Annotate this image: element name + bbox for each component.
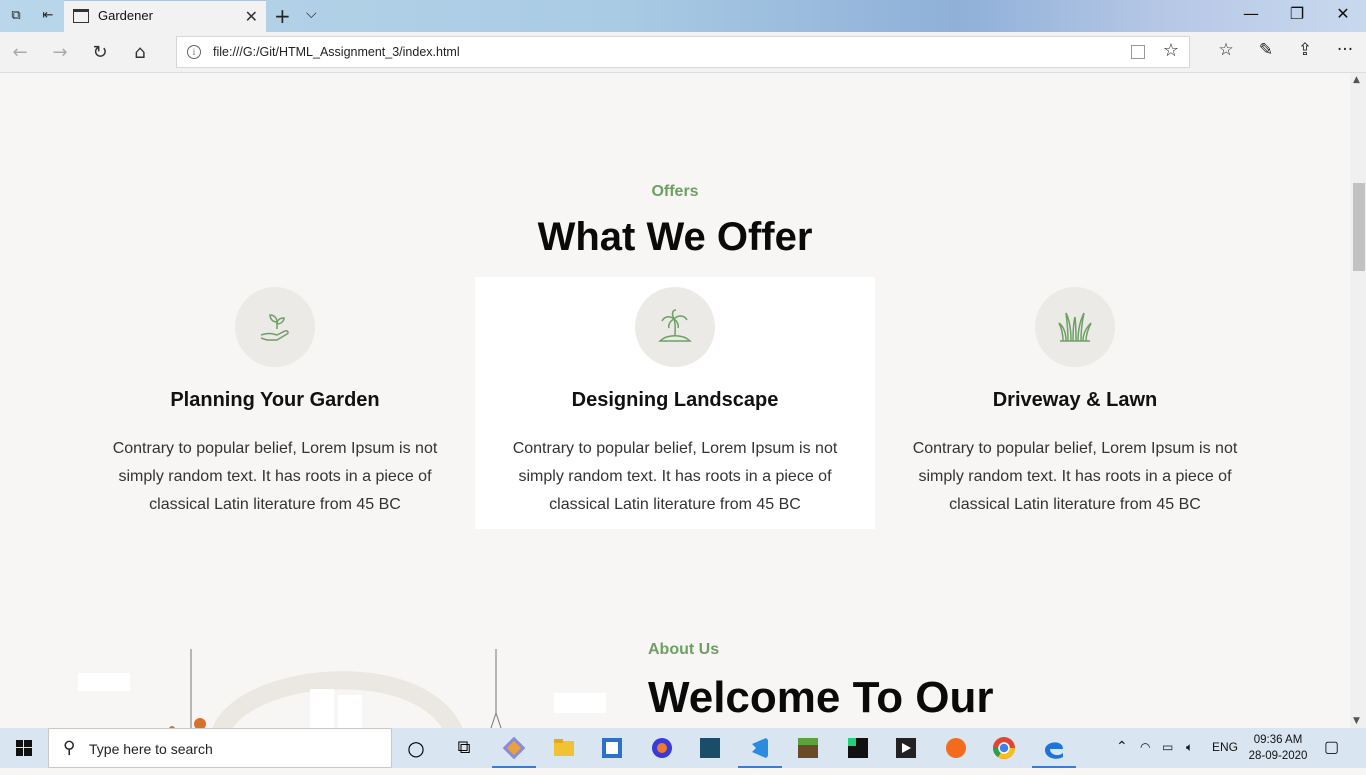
windows-logo-icon xyxy=(16,740,32,756)
reading-view-icon[interactable] xyxy=(1131,45,1145,59)
start-button[interactable] xyxy=(0,728,48,768)
chrome-icon[interactable] xyxy=(988,732,1020,764)
git-app-icon[interactable] xyxy=(492,732,536,768)
palm-island-icon xyxy=(658,309,692,342)
icon-circle xyxy=(1035,287,1115,367)
offer-title: Planning Your Garden xyxy=(170,389,380,411)
icon-circle xyxy=(235,287,315,367)
more-options-icon[interactable]: ··· xyxy=(1333,40,1357,60)
web-note-icon[interactable]: ✎ xyxy=(1254,40,1278,60)
search-icon: ⚲ xyxy=(63,738,76,758)
offer-description: Contrary to popular belief, Lorem Ipsum … xyxy=(912,440,1238,513)
set-aside-tabs-icon[interactable]: ⇤ xyxy=(40,8,56,24)
browser-tab[interactable]: Gardener ✕ xyxy=(64,0,266,32)
show-hidden-icons-chevron-icon[interactable]: ⌃ xyxy=(1116,738,1128,755)
audio-app-icon[interactable] xyxy=(646,732,678,764)
grass-icon xyxy=(1058,312,1092,342)
tab-list-chevron-icon[interactable]: ⌵ xyxy=(306,6,317,22)
about-heading: Welcome To Our xyxy=(648,673,994,722)
offer-card[interactable]: Designing Landscape Contrary to popular … xyxy=(475,277,875,529)
page-icon xyxy=(73,9,89,23)
offer-description: Contrary to popular belief, Lorem Ipsum … xyxy=(512,440,838,513)
offer-title: Driveway & Lawn xyxy=(992,389,1158,411)
offers-heading: What We Offer xyxy=(537,215,813,259)
hand-sprout-icon xyxy=(260,314,289,341)
favorites-icon[interactable]: ☆ xyxy=(1214,40,1238,60)
offer-card[interactable]: Driveway & Lawn Contrary to popular beli… xyxy=(875,277,1275,529)
page-scrollbar[interactable]: ▲ ▼ xyxy=(1350,73,1366,728)
dark-app-icon[interactable] xyxy=(694,732,726,764)
task-view-icon[interactable]: ⧉ xyxy=(448,732,480,764)
battery-icon[interactable]: ▭ xyxy=(1162,740,1173,754)
address-bar[interactable]: i file:///G:/Git/HTML_Assignment_3/index… xyxy=(176,36,1190,68)
tab-title: Gardener xyxy=(98,8,153,23)
clock-date: 28-09-2020 xyxy=(1248,750,1308,762)
icon-circle xyxy=(635,287,715,367)
offer-title: Designing Landscape xyxy=(571,389,779,411)
web-page: Offers What We Offer Planning Your Garde… xyxy=(0,73,1350,728)
refresh-button[interactable]: ↻ xyxy=(88,41,112,65)
editor-app-icon[interactable] xyxy=(596,732,628,764)
restore-button[interactable]: ❐ xyxy=(1274,4,1320,23)
home-button[interactable]: ⌂ xyxy=(128,41,152,65)
share-icon[interactable]: ⇪ xyxy=(1293,40,1317,60)
forward-button[interactable]: → xyxy=(48,41,72,65)
offers-eyebrow: Offers xyxy=(651,183,699,200)
pycharm-icon[interactable] xyxy=(842,732,874,764)
offer-card[interactable]: Planning Your Garden Contrary to popular… xyxy=(75,277,475,529)
about-illustration xyxy=(78,649,606,728)
info-icon[interactable]: i xyxy=(187,45,201,59)
tab-sets-icon[interactable]: ⧉ xyxy=(8,8,24,24)
close-window-button[interactable]: ✕ xyxy=(1320,4,1366,23)
back-button[interactable]: ← xyxy=(8,41,32,65)
about-eyebrow: About Us xyxy=(648,641,720,658)
avast-icon[interactable] xyxy=(940,732,972,764)
browser-title-bar: ⧉ ⇤ Gardener ✕ + ⌵ — ❐ ✕ xyxy=(0,0,1366,32)
offer-description: Contrary to popular belief, Lorem Ipsum … xyxy=(112,440,438,513)
favorite-star-icon[interactable]: ☆ xyxy=(1163,40,1179,61)
taskbar-search[interactable]: ⚲ Type here to search xyxy=(48,728,392,768)
clock-time: 09:36 AM xyxy=(1253,734,1303,746)
cortana-icon[interactable]: ○ xyxy=(400,732,432,764)
windows-taskbar: ⚲ Type here to search ○ ⧉ ⌃ ◠ ▭ 🔈︎ ENG 0… xyxy=(0,728,1366,768)
action-center-icon[interactable]: ▢ xyxy=(1324,737,1339,757)
scroll-up-icon[interactable]: ▲ xyxy=(1353,75,1360,85)
minimize-button[interactable]: — xyxy=(1228,4,1274,23)
scroll-down-icon[interactable]: ▼ xyxy=(1353,716,1360,726)
wifi-icon[interactable]: ◠ xyxy=(1140,740,1150,754)
close-tab-icon[interactable]: ✕ xyxy=(245,7,258,26)
file-explorer-icon[interactable] xyxy=(548,732,580,764)
vscode-icon[interactable] xyxy=(738,732,782,768)
system-clock[interactable]: 09:36 AM 28-09-2020 xyxy=(1246,732,1310,764)
search-placeholder[interactable]: Type here to search xyxy=(89,741,213,757)
scrollbar-thumb[interactable] xyxy=(1353,183,1365,271)
unity-icon[interactable] xyxy=(890,732,922,764)
browser-toolbar: ← → ↻ ⌂ i file:///G:/Git/HTML_Assignment… xyxy=(0,32,1366,73)
volume-icon[interactable]: 🔈︎ xyxy=(1186,740,1193,755)
url-text[interactable]: file:///G:/Git/HTML_Assignment_3/index.h… xyxy=(213,45,460,59)
edge-icon[interactable] xyxy=(1032,732,1076,768)
minecraft-icon[interactable] xyxy=(792,732,824,764)
new-tab-button[interactable]: + xyxy=(274,4,291,28)
language-indicator[interactable]: ENG xyxy=(1212,740,1238,754)
